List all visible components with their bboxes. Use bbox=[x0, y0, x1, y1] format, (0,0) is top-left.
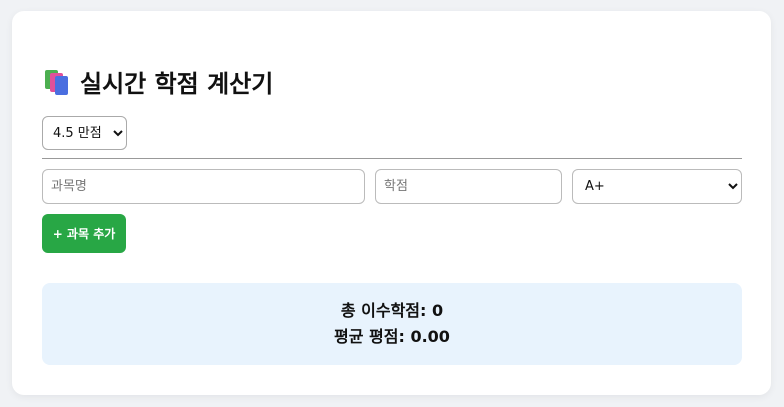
subject-name-input[interactable] bbox=[42, 169, 365, 204]
credit-input[interactable] bbox=[375, 169, 562, 204]
total-credits-text: 총 이수학점: 0 bbox=[340, 301, 444, 320]
grade-scale-select[interactable]: 4.5 만점 bbox=[42, 116, 127, 150]
page-title: 실시간 학점 계산기 bbox=[42, 65, 274, 98]
books-icon bbox=[42, 68, 70, 95]
calculator-card: 실시간 학점 계산기 4.5 만점 A+ + 과목 추가 총 이수학점: 0 평… bbox=[12, 11, 771, 395]
add-subject-button[interactable]: + 과목 추가 bbox=[42, 214, 126, 253]
grade-select[interactable]: A+ bbox=[572, 169, 742, 204]
divider bbox=[42, 158, 742, 159]
page-title-text: 실시간 학점 계산기 bbox=[80, 69, 274, 98]
summary-box: 총 이수학점: 0 평균 평점: 0.00 bbox=[42, 283, 742, 365]
gpa-text: 평균 평점: 0.00 bbox=[334, 327, 450, 346]
